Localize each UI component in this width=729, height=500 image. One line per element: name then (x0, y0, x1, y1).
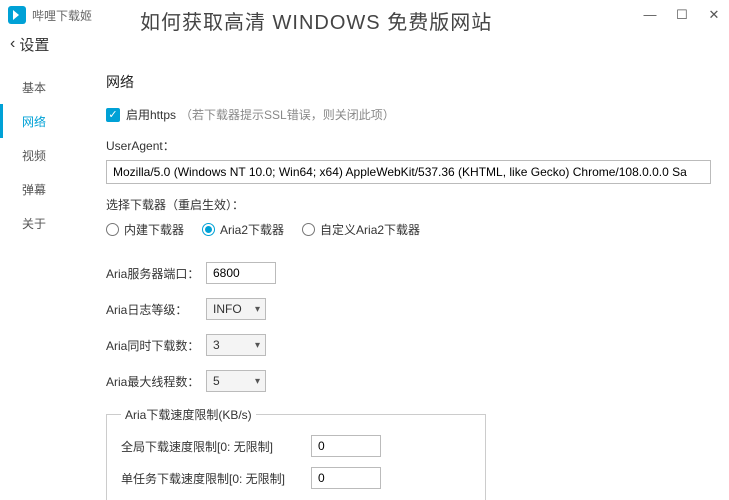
global-limit-input[interactable] (311, 435, 381, 457)
sidebar-item-network[interactable]: 网络 (0, 104, 100, 138)
minimize-button[interactable]: — (643, 7, 657, 23)
overlay-title: 如何获取高清 WINDOWS 免费版网站 (140, 6, 492, 35)
back-label: 设置 (19, 34, 49, 55)
https-hint: （若下载器提示SSL错误，则关闭此项） (180, 106, 395, 123)
close-button[interactable]: ✕ (707, 7, 721, 23)
aria-port-input[interactable] (206, 262, 276, 284)
aria-threads-label: Aria最大线程数： (106, 373, 206, 390)
radio-aria2[interactable]: Aria2下载器 (202, 221, 284, 238)
aria-concurrent-label: Aria同时下载数： (106, 337, 206, 354)
useragent-input[interactable] (106, 160, 711, 184)
https-checkbox[interactable]: ✓ (106, 108, 120, 122)
aria-log-label: Aria日志等级： (106, 301, 206, 318)
single-limit-input[interactable] (311, 467, 381, 489)
sidebar-item-about[interactable]: 关于 (0, 206, 100, 240)
sidebar-item-video[interactable]: 视频 (0, 138, 100, 172)
aria-log-select[interactable]: INFO (206, 298, 266, 320)
aria-port-label: Aria服务器端口： (106, 265, 206, 282)
global-limit-label: 全局下载速度限制[0: 无限制] (121, 438, 311, 455)
aria-concurrent-select[interactable]: 3 (206, 334, 266, 356)
sidebar-item-basic[interactable]: 基本 (0, 70, 100, 104)
speed-limit-fieldset: Aria下载速度限制(KB/s) 全局下载速度限制[0: 无限制] 单任务下载速… (106, 406, 486, 500)
downloader-label: 选择下载器（重启生效）： (106, 196, 711, 213)
main-panel: 网络 ✓ 启用https （若下载器提示SSL错误，则关闭此项） UserAge… (100, 58, 729, 500)
sidebar: 基本 网络 视频 弹幕 关于 (0, 58, 100, 500)
section-title: 网络 (106, 72, 711, 92)
useragent-label: UserAgent： (106, 137, 711, 154)
app-title: 哔哩下载姬 (32, 7, 92, 24)
app-icon (8, 6, 26, 24)
speed-limit-legend: Aria下载速度限制(KB/s) (121, 406, 256, 423)
radio-builtin[interactable]: 内建下载器 (106, 221, 184, 238)
single-limit-label: 单任务下载速度限制[0: 无限制] (121, 470, 311, 487)
sidebar-item-danmaku[interactable]: 弹幕 (0, 172, 100, 206)
radio-custom-aria2[interactable]: 自定义Aria2下载器 (302, 221, 420, 238)
aria-threads-select[interactable]: 5 (206, 370, 266, 392)
maximize-button[interactable]: ☐ (675, 7, 689, 23)
chevron-left-icon: ‹ (10, 35, 15, 53)
https-label: 启用https (126, 106, 176, 123)
